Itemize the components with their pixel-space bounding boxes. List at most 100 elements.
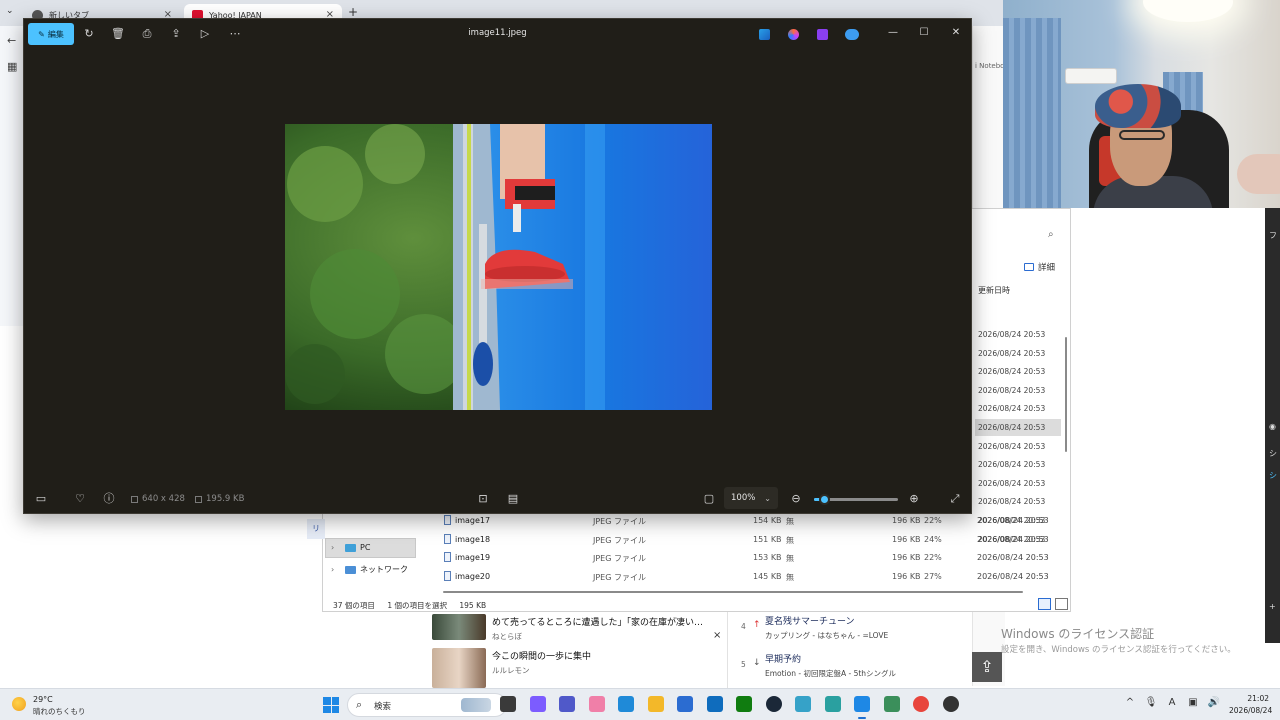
maximize-button[interactable]: ☐ — [916, 27, 932, 38]
modified-date-cell[interactable]: 2026/08/24 20:53 — [975, 382, 1061, 399]
column-header-modified[interactable]: 更新日時 — [978, 285, 1010, 296]
volume-icon[interactable]: 🔊 — [1207, 697, 1221, 708]
file-row[interactable]: image18 JPEG ファイル 151 KB 無 196 KB 24% 2026/08/… — [441, 531, 1049, 549]
app2-icon[interactable] — [824, 696, 841, 712]
fit-window-icon[interactable]: ▢ — [701, 492, 717, 506]
person-glasses — [1119, 130, 1165, 140]
taskbar-search[interactable]: ⌕ 検索 — [347, 693, 507, 717]
sticker-icon[interactable] — [588, 696, 605, 712]
tab-list-chevron-icon[interactable]: ⌄ — [6, 6, 14, 16]
weather-temperature: 29°C — [33, 695, 53, 704]
favorite-icon[interactable]: ♡ — [72, 492, 88, 506]
close-icon[interactable]: × — [713, 630, 721, 641]
outlook-icon[interactable] — [706, 696, 723, 712]
xbox-icon[interactable] — [736, 696, 752, 712]
news-thumbnail — [432, 648, 486, 688]
app-icon[interactable] — [795, 696, 811, 712]
file-name: image19 — [455, 553, 491, 563]
apps-grid-icon[interactable]: ▦ — [7, 60, 17, 73]
pc-icon — [345, 543, 356, 552]
zoom-in-icon[interactable]: ⊕ — [906, 492, 922, 506]
zoom-slider-thumb[interactable] — [819, 494, 831, 505]
chevron-right-icon[interactable]: › — [331, 565, 341, 574]
copilot-icon[interactable] — [788, 29, 799, 40]
filmstrip-icon[interactable]: ▭ — [33, 492, 49, 506]
ranking-item[interactable]: 4 ↑ 夏名残サマーチューン カップリング - はなちゃん - =LOVE — [739, 612, 959, 648]
nav-item-network[interactable]: › ネットワーク — [331, 564, 408, 575]
rank-title[interactable]: 早期予約 — [765, 652, 801, 665]
file-type: JPEG ファイル — [593, 573, 646, 583]
new-tab-button[interactable]: + — [348, 5, 358, 19]
designer-icon[interactable] — [759, 29, 770, 40]
modified-date-cell[interactable]: 2026/08/24 20:53 — [975, 438, 1061, 455]
displayed-photo[interactable] — [285, 124, 712, 410]
modified-date-cell[interactable]: 2026/08/24 20:53 — [975, 400, 1061, 417]
chrome-icon[interactable] — [913, 696, 929, 712]
dimensions-text: 640 x 428 — [142, 494, 185, 504]
store-icon[interactable] — [677, 696, 693, 712]
modified-date-cell[interactable]: 2026/08/24 20:53 — [975, 475, 1061, 492]
jpeg-file-icon — [444, 515, 451, 525]
zoom-slider[interactable] — [814, 494, 898, 505]
modified-date-cell[interactable]: 2026/08/24 20:53 — [975, 419, 1061, 436]
news-feed: めて売ってるところに遭遇した」「家の在庫が凄い… ねとらぼ × 今この瞬間の一歩… — [425, 612, 965, 688]
show-hidden-icons-icon[interactable]: ^ — [1123, 697, 1137, 708]
ranking-item[interactable]: 5 ↓ 早期予約 Emotion - 初回限定盤A - 5thシングル — [739, 650, 959, 686]
close-button[interactable]: ✕ — [948, 27, 964, 38]
visual-search-icon[interactable]: ⊡ — [475, 492, 491, 506]
back-icon[interactable]: ← — [7, 34, 16, 47]
modified-date-cell[interactable]: 2026/08/24 20:53 — [975, 493, 1061, 510]
nav-item-pc[interactable]: › PC — [331, 543, 370, 552]
rank-title[interactable]: 夏名残サマーチューン — [765, 614, 855, 627]
vertical-scrollbar[interactable] — [1065, 337, 1067, 452]
modified-date-cell[interactable]: 2026/08/24 20:53 — [975, 456, 1061, 473]
search-icon[interactable]: ⌕ — [1048, 229, 1054, 240]
folder-icon[interactable] — [647, 696, 664, 712]
rank-number: 4 — [741, 622, 746, 631]
fullscreen-icon[interactable]: ⤢ — [947, 492, 963, 506]
scroll-to-top-button[interactable]: ⇪ — [972, 652, 1002, 682]
chevron-right-icon[interactable]: › — [331, 543, 341, 552]
file-type: JPEG ファイル — [593, 535, 646, 545]
zoom-dropdown[interactable]: 100% ⌄ — [724, 487, 778, 509]
modified-date-cell[interactable]: 2026/08/24 20:53 — [975, 345, 1061, 362]
details-view-button[interactable] — [1038, 598, 1051, 610]
clock[interactable]: 21:02 2026/08/24 — [1229, 693, 1272, 717]
file-type: JPEG ファイル — [593, 554, 646, 564]
display-icon[interactable]: ▣ — [1186, 697, 1200, 708]
news-item[interactable]: 今この瞬間の一歩に集中 ルルレモン — [432, 648, 722, 688]
minimize-button[interactable]: — — [885, 27, 901, 38]
windows-logo-pane — [331, 705, 339, 713]
tiles-view-button[interactable] — [1055, 598, 1068, 610]
news-title[interactable]: めて売ってるところに遭遇した」「家の在庫が凄い… — [492, 615, 720, 628]
plus-icon[interactable]: + — [1269, 602, 1276, 611]
microphone-icon[interactable]: 🎙 — [1144, 697, 1158, 708]
onedrive-icon[interactable] — [845, 29, 859, 40]
notepad-icon[interactable] — [883, 696, 900, 712]
info-icon[interactable]: ⓘ — [101, 492, 117, 506]
zoom-out-icon[interactable]: ⊖ — [788, 492, 804, 506]
copilot-icon[interactable] — [529, 696, 546, 712]
ime-icon[interactable]: A — [1165, 697, 1179, 708]
modified-date-cell[interactable]: 2026/08/24 20:53 — [975, 326, 1061, 343]
file-row[interactable]: image19 JPEG ファイル 153 KB 無 196 KB 22% 2026/08/… — [441, 549, 1049, 567]
news-title[interactable]: 今この瞬間の一歩に集中 — [492, 649, 720, 662]
details-pane-button[interactable]: 詳細 — [1024, 261, 1055, 273]
rank-subtitle: Emotion - 初回限定盤A - 5thシングル — [765, 669, 897, 678]
clipchamp-icon[interactable] — [817, 29, 828, 40]
camera-icon[interactable]: ◉ — [1269, 422, 1276, 431]
start-button[interactable] — [323, 697, 339, 713]
news-item[interactable]: めて売ってるところに遭遇した」「家の在庫が凄い… ねとらぼ × — [432, 614, 722, 650]
file-name: image18 — [455, 534, 491, 544]
modified-date-cell[interactable]: 2026/08/24 20:53 — [975, 363, 1061, 380]
photos-icon[interactable] — [854, 696, 870, 712]
teams-icon[interactable] — [559, 696, 575, 712]
horizontal-scrollbar[interactable] — [443, 591, 1023, 593]
file-row[interactable]: image20 JPEG ファイル 145 KB 無 196 KB 27% 2026/08/… — [441, 568, 1049, 586]
obs-icon[interactable] — [942, 696, 959, 712]
file-explorer-icon[interactable] — [500, 696, 516, 712]
ocr-icon[interactable]: ▤ — [505, 492, 521, 506]
file-name-title: image11.jpeg — [468, 28, 527, 38]
edge-icon[interactable] — [618, 696, 634, 712]
steam-icon[interactable] — [765, 696, 782, 712]
